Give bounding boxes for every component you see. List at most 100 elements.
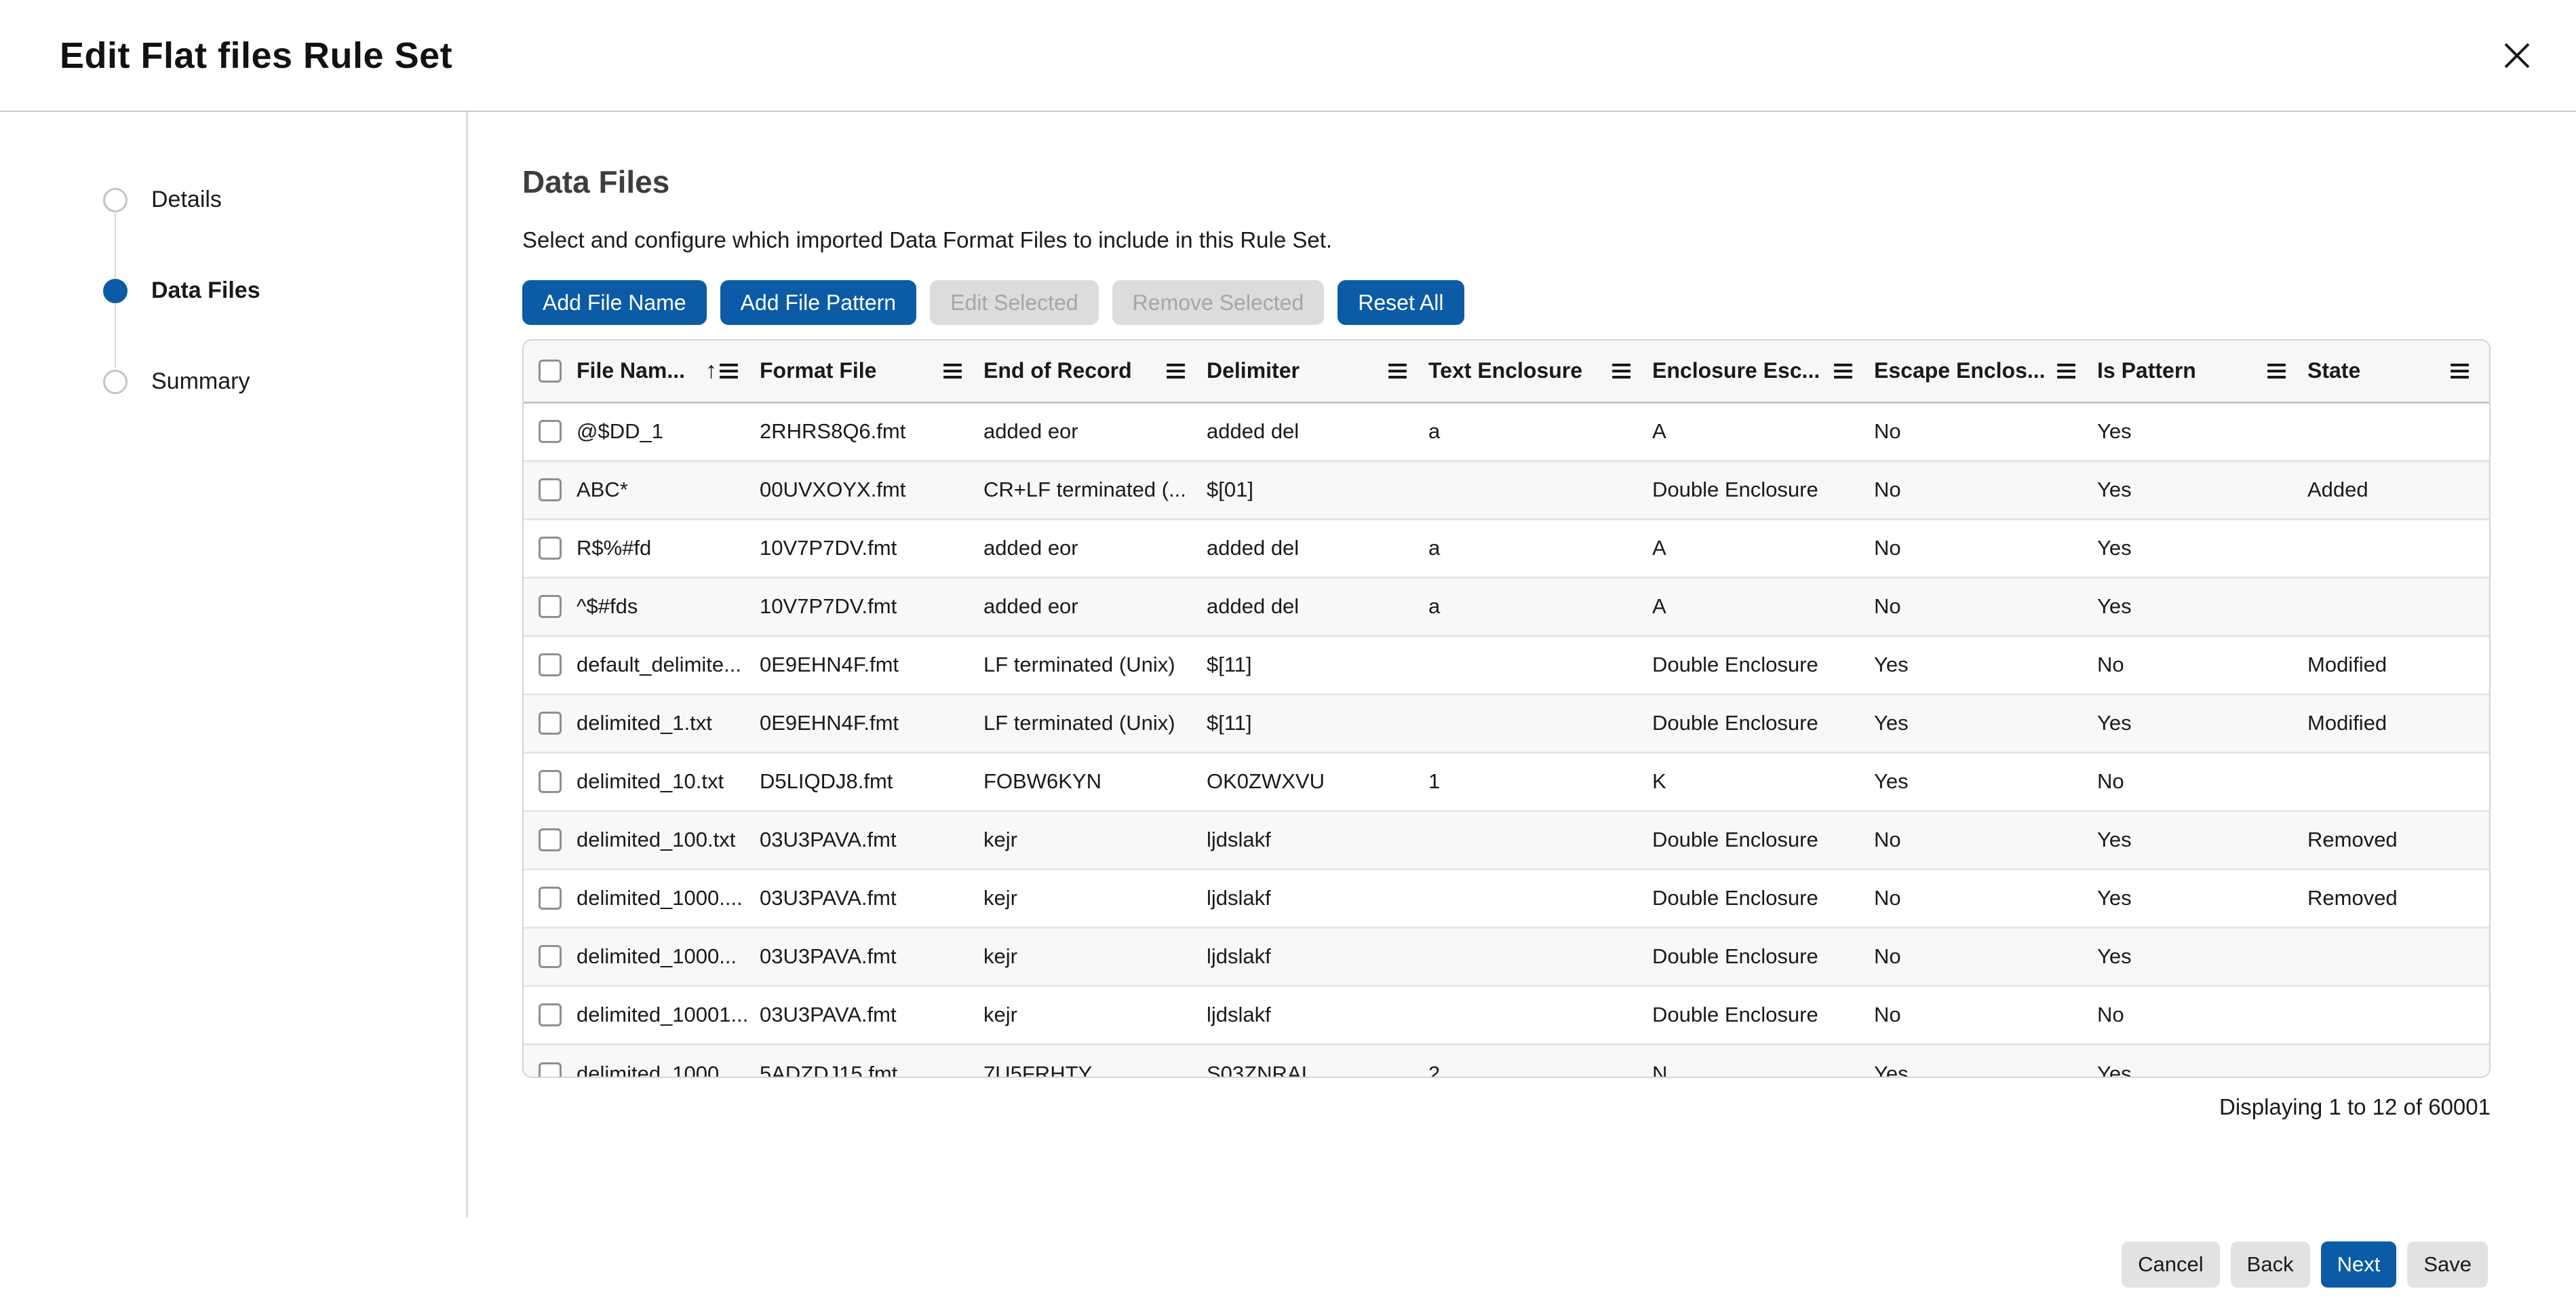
- table-row[interactable]: R$%#fd10V7P7DV.fmtadded eoradded delaANo…: [524, 519, 2489, 577]
- row-checkbox-cell: [524, 927, 575, 986]
- table-cell: delimited_1000...: [575, 1044, 758, 1078]
- column-header-label: Delimiter: [1207, 358, 1388, 383]
- column-header[interactable]: End of Record: [982, 341, 1205, 402]
- table-cell: Double Enclosure: [1651, 986, 1873, 1044]
- column-header[interactable]: Delimiter: [1205, 341, 1427, 402]
- table-row[interactable]: delimited_100.txt03U3PAVA.fmtkejrljdslak…: [524, 811, 2489, 869]
- cancel-button[interactable]: Cancel: [2122, 1241, 2220, 1288]
- column-menu-icon[interactable]: [2057, 361, 2075, 381]
- table-row[interactable]: default_delimite...0E9EHN4F.fmtLF termin…: [524, 636, 2489, 694]
- row-checkbox[interactable]: [539, 945, 562, 968]
- step-summary[interactable]: Summary: [103, 368, 466, 395]
- column-header-label: State: [2307, 358, 2451, 383]
- table-cell: LF terminated (Unix): [982, 636, 1205, 694]
- column-header[interactable]: File Nam...↑: [575, 341, 758, 402]
- select-all-checkbox[interactable]: [539, 360, 562, 383]
- row-checkbox[interactable]: [539, 595, 562, 618]
- step-connector: [115, 304, 116, 368]
- next-button[interactable]: Next: [2321, 1241, 2397, 1288]
- table-cell: N: [1651, 1044, 1873, 1078]
- table-cell: Double Enclosure: [1651, 636, 1873, 694]
- table-row[interactable]: delimited_1000....03U3PAVA.fmtkejrljdsla…: [524, 869, 2489, 927]
- table-cell: Yes: [1873, 694, 2096, 752]
- row-checkbox-cell: [524, 577, 575, 636]
- row-checkbox[interactable]: [539, 770, 562, 793]
- table-cell: Double Enclosure: [1651, 811, 1873, 869]
- table-row[interactable]: delimited_10001...03U3PAVA.fmtkejrljdsla…: [524, 986, 2489, 1044]
- column-menu-icon[interactable]: [1167, 361, 1185, 381]
- table-cell: LF terminated (Unix): [982, 694, 1205, 752]
- table-cell: Yes: [2096, 927, 2306, 986]
- column-menu-icon[interactable]: [1612, 361, 1631, 381]
- reset-all-button[interactable]: Reset All: [1338, 280, 1464, 325]
- step-data-files-circle-icon: [103, 279, 128, 303]
- row-checkbox[interactable]: [539, 478, 562, 501]
- column-header[interactable]: Enclosure Esc...: [1651, 341, 1873, 402]
- column-menu-icon[interactable]: [1834, 361, 1852, 381]
- close-button[interactable]: [2501, 40, 2533, 71]
- column-menu-icon[interactable]: [720, 361, 738, 381]
- back-button[interactable]: Back: [2231, 1241, 2310, 1288]
- table-row[interactable]: delimited_1.txt0E9EHN4F.fmtLF terminated…: [524, 694, 2489, 752]
- column-header[interactable]: Format File: [758, 341, 982, 402]
- table-cell: No: [1873, 927, 2096, 986]
- column-menu-icon[interactable]: [943, 361, 962, 381]
- column-header[interactable]: Is Pattern: [2096, 341, 2306, 402]
- table-cell: [2306, 519, 2489, 577]
- column-menu-icon[interactable]: [1388, 361, 1407, 381]
- column-header[interactable]: Text Enclosure: [1427, 341, 1651, 402]
- table-cell: Yes: [2096, 811, 2306, 869]
- step-details[interactable]: Details: [103, 187, 466, 213]
- table-row[interactable]: delimited_1000...5ADZDJ15.fmt7U5FRHTYS03…: [524, 1044, 2489, 1078]
- row-checkbox[interactable]: [539, 537, 562, 560]
- save-button[interactable]: Save: [2407, 1241, 2488, 1288]
- table-cell: Yes: [2096, 869, 2306, 927]
- toolbar: Add File Name Add File Pattern Edit Sele…: [522, 280, 2576, 325]
- table-cell: Modified: [2306, 636, 2489, 694]
- table-cell: [2306, 927, 2489, 986]
- table-cell: a: [1427, 402, 1651, 461]
- row-checkbox-cell: [524, 1044, 575, 1078]
- row-checkbox[interactable]: [539, 1003, 562, 1026]
- table-cell: A: [1651, 402, 1873, 461]
- table-row[interactable]: ABC*00UVXOYX.fmtCR+LF terminated (...$[0…: [524, 461, 2489, 519]
- row-checkbox[interactable]: [539, 828, 562, 851]
- table-cell: Yes: [2096, 519, 2306, 577]
- table-body: @$DD_12RHRS8Q6.fmtadded eoradded delaANo…: [524, 402, 2489, 1078]
- table-row[interactable]: @$DD_12RHRS8Q6.fmtadded eoradded delaANo…: [524, 402, 2489, 461]
- table-cell: added del: [1205, 519, 1427, 577]
- table-cell: 0E9EHN4F.fmt: [758, 694, 982, 752]
- step-data-files[interactable]: Data Files: [103, 277, 466, 304]
- column-header[interactable]: Escape Enclos...: [1873, 341, 2096, 402]
- table-cell: Added: [2306, 461, 2489, 519]
- row-checkbox[interactable]: [539, 887, 562, 910]
- row-checkbox[interactable]: [539, 653, 562, 676]
- table-cell: [2306, 577, 2489, 636]
- column-header-label: Is Pattern: [2097, 358, 2267, 383]
- column-menu-icon[interactable]: [2267, 361, 2286, 381]
- table-cell: 10V7P7DV.fmt: [758, 577, 982, 636]
- table-cell: FOBW6KYN: [982, 752, 1205, 811]
- add-file-name-button[interactable]: Add File Name: [522, 280, 707, 325]
- table-cell: Yes: [2096, 1044, 2306, 1078]
- table-cell: kejr: [982, 986, 1205, 1044]
- row-checkbox-cell: [524, 402, 575, 461]
- table-cell: 1: [1427, 752, 1651, 811]
- column-header[interactable]: State: [2306, 341, 2489, 402]
- table-cell: Yes: [2096, 461, 2306, 519]
- table-cell: [1427, 694, 1651, 752]
- table-cell: 0E9EHN4F.fmt: [758, 636, 982, 694]
- table-row[interactable]: ^$#fds10V7P7DV.fmtadded eoradded delaANo…: [524, 577, 2489, 636]
- row-checkbox[interactable]: [539, 1062, 562, 1078]
- column-menu-icon[interactable]: [2451, 361, 2469, 381]
- row-checkbox[interactable]: [539, 712, 562, 735]
- table-cell: No: [1873, 986, 2096, 1044]
- table-row[interactable]: delimited_1000...03U3PAVA.fmtkejrljdslak…: [524, 927, 2489, 986]
- add-file-pattern-button[interactable]: Add File Pattern: [720, 280, 916, 325]
- table-cell: delimited_10.txt: [575, 752, 758, 811]
- row-checkbox[interactable]: [539, 420, 562, 443]
- column-header-label: Text Enclosure: [1428, 358, 1612, 383]
- column-header-label: Escape Enclos...: [1874, 358, 2057, 383]
- row-checkbox-cell: [524, 869, 575, 927]
- table-row[interactable]: delimited_10.txtD5LIQDJ8.fmtFOBW6KYNOK0Z…: [524, 752, 2489, 811]
